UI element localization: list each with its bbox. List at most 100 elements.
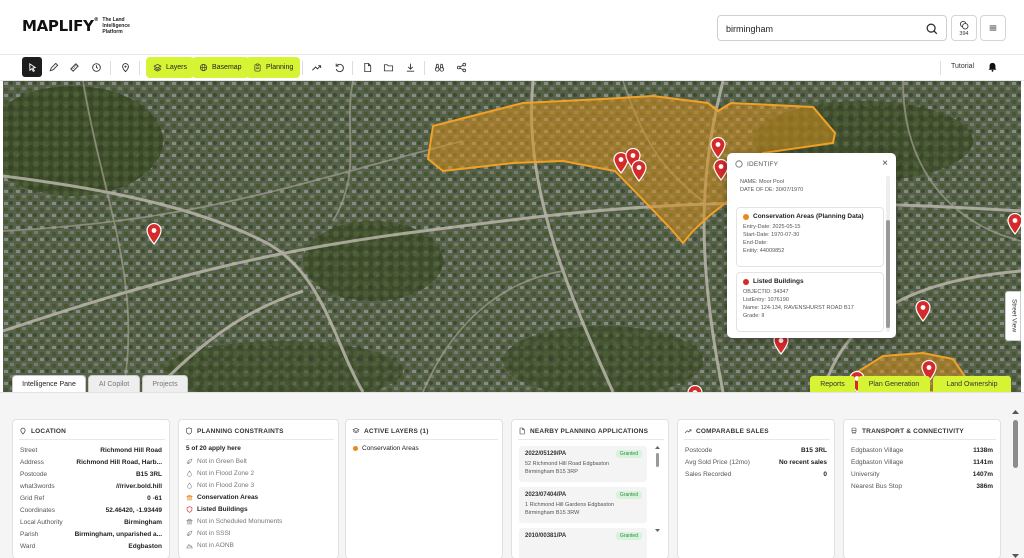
sales-value: No recent sales xyxy=(778,459,827,466)
layer-color-dot xyxy=(353,446,358,451)
plan-generation-tab[interactable]: Plan Generation xyxy=(858,376,930,392)
applications-list[interactable]: 2022/05129/PA Granted 52 Richmond Hill R… xyxy=(512,442,668,558)
menu-button[interactable] xyxy=(980,15,1006,41)
share-tool[interactable] xyxy=(451,57,471,77)
measure-tool[interactable] xyxy=(64,57,84,77)
land-ownership-tab[interactable]: Land Ownership xyxy=(933,376,1011,392)
ruler-icon xyxy=(69,62,79,72)
listed-building-pin[interactable] xyxy=(146,223,162,245)
location-key: Parish xyxy=(20,531,39,538)
identify-results[interactable]: NAME: Moor Pool DATE OF DE: 30/07/1970 C… xyxy=(734,175,886,335)
listed-building-pin[interactable] xyxy=(687,385,703,392)
application-item[interactable]: 2023/07404/PA Granted 1 Richmond Hill Ga… xyxy=(519,487,647,523)
listed-building-pin[interactable] xyxy=(631,160,647,182)
landmark-icon xyxy=(186,518,193,525)
planning-button[interactable]: Planning xyxy=(246,57,301,78)
history-tool[interactable] xyxy=(86,57,106,77)
listed-building-pin[interactable] xyxy=(710,137,726,159)
application-address: 52 Richmond Hill Road Edgbaston xyxy=(525,461,610,467)
application-address: 1 Richmond Hill Gardens Edgbaston xyxy=(525,502,614,508)
card-title: LOCATION xyxy=(19,427,66,435)
constraint-flood-zone-2: Not in Flood Zone 2 xyxy=(186,470,254,477)
active-layer-item[interactable]: Conservation Areas xyxy=(353,445,419,452)
tab-ai-copilot[interactable]: AI Copilot xyxy=(88,375,140,392)
constraint-scheduled-monuments: Not in Scheduled Monuments xyxy=(186,518,282,525)
constraint-aonb: Not in AONB xyxy=(186,542,234,549)
coins-icon xyxy=(960,20,969,29)
open-folder-tool[interactable] xyxy=(378,57,398,77)
location-value: Richmond Hill Road, Harb... xyxy=(76,459,162,466)
status-badge: Granted xyxy=(615,532,642,540)
intelligence-pane: LOCATION Street Richmond Hill Road Addre… xyxy=(0,392,1024,558)
constraint-sssi: Not in SSSI xyxy=(186,530,231,537)
application-item[interactable]: 2010/00381/PA Granted xyxy=(519,528,647,558)
undo-history-tool[interactable] xyxy=(329,57,349,77)
identify-line: Entry-Date: 2025-05-15 xyxy=(743,224,801,230)
transport-key: University xyxy=(851,471,880,478)
transport-value: 1407m xyxy=(972,471,993,478)
reports-tab[interactable]: Reports xyxy=(810,376,855,392)
search-icon[interactable] xyxy=(925,22,939,36)
sales-key: Postcode xyxy=(685,447,713,454)
location-search[interactable] xyxy=(717,15,947,41)
identify-line: End-Date: xyxy=(743,240,768,246)
identify-popup: IDENTIFY × NAME: Moor Pool DATE OF DE: 3… xyxy=(727,153,896,338)
water-icon xyxy=(187,482,192,489)
info-circle-icon xyxy=(735,160,743,168)
location-pin-icon xyxy=(121,62,129,72)
location-value: B15 3RL xyxy=(135,471,162,478)
pin-tool[interactable] xyxy=(115,57,135,77)
pencil-icon xyxy=(49,62,58,71)
listed-building-pin[interactable] xyxy=(1007,213,1021,235)
listed-building-pin[interactable] xyxy=(915,300,931,322)
identify-card-listed[interactable]: Listed Buildings OBJECTID: 34347 ListEnt… xyxy=(736,272,884,332)
train-icon xyxy=(851,427,857,435)
search-input[interactable] xyxy=(726,21,916,36)
toolbar-divider xyxy=(110,61,111,75)
sales-key: Sales Recorded xyxy=(685,471,732,478)
location-value: Birmingham, unparished a... xyxy=(74,531,162,538)
select-tool[interactable] xyxy=(22,57,42,77)
identify-scrollbar[interactable] xyxy=(886,176,890,332)
credits-button[interactable]: 394 xyxy=(951,15,977,41)
identify-scroll-thumb[interactable] xyxy=(886,220,890,328)
tutorial-link[interactable]: Tutorial xyxy=(951,63,974,70)
compare-tool[interactable] xyxy=(429,57,449,77)
application-item[interactable]: 2022/05129/PA Granted 52 Richmond Hill R… xyxy=(519,446,647,482)
identify-card-title: Conservation Areas (Planning Data) xyxy=(753,213,864,220)
identify-header: IDENTIFY xyxy=(727,153,896,175)
draw-tool[interactable] xyxy=(43,57,63,77)
card-title: NEARBY PLANNING APPLICATIONS xyxy=(518,427,648,435)
location-value: 0 -61 xyxy=(147,495,162,502)
layers-button[interactable]: Layers xyxy=(146,57,195,78)
card-divider xyxy=(185,439,334,440)
panel-scrollbar[interactable] xyxy=(1012,410,1019,558)
conservation-dot xyxy=(743,213,749,220)
card-title: ACTIVE LAYERS (1) xyxy=(352,427,429,435)
close-icon[interactable]: × xyxy=(882,158,888,169)
card-divider xyxy=(684,439,830,440)
street-view-tab[interactable]: Street View xyxy=(1005,291,1021,341)
applications-scrollbar[interactable] xyxy=(655,446,660,532)
tab-intelligence-pane[interactable]: Intelligence Pane xyxy=(12,375,86,392)
street-view-label: Street View xyxy=(1010,298,1018,333)
map-toolbar: Layers Basemap Planning Tutorial xyxy=(0,55,1024,81)
logo[interactable]: MAPLIFY® The Land Intelligence Platform xyxy=(22,17,142,35)
basemap-button[interactable]: Basemap xyxy=(192,57,249,78)
tab-projects[interactable]: Projects xyxy=(142,375,188,392)
bell-icon[interactable] xyxy=(987,61,998,73)
toolbar-divider xyxy=(352,61,353,75)
identify-line: ListEntry: 1076190 xyxy=(743,297,789,303)
file-icon xyxy=(519,427,525,435)
shield-icon xyxy=(186,427,192,435)
identify-line: DATE OF DE: 30/07/1970 xyxy=(740,187,804,193)
download-tool[interactable] xyxy=(400,57,420,77)
layers-icon xyxy=(153,63,162,72)
listed-dot xyxy=(743,278,749,285)
location-key: what3words xyxy=(20,483,55,490)
location-value[interactable]: ///river.bold.hill xyxy=(116,483,162,490)
new-file-tool[interactable] xyxy=(357,57,377,77)
trend-tool[interactable] xyxy=(306,57,326,77)
sales-value: B15 3RL xyxy=(800,447,827,454)
identify-card-conservation[interactable]: Conservation Areas (Planning Data) Entry… xyxy=(736,207,884,267)
